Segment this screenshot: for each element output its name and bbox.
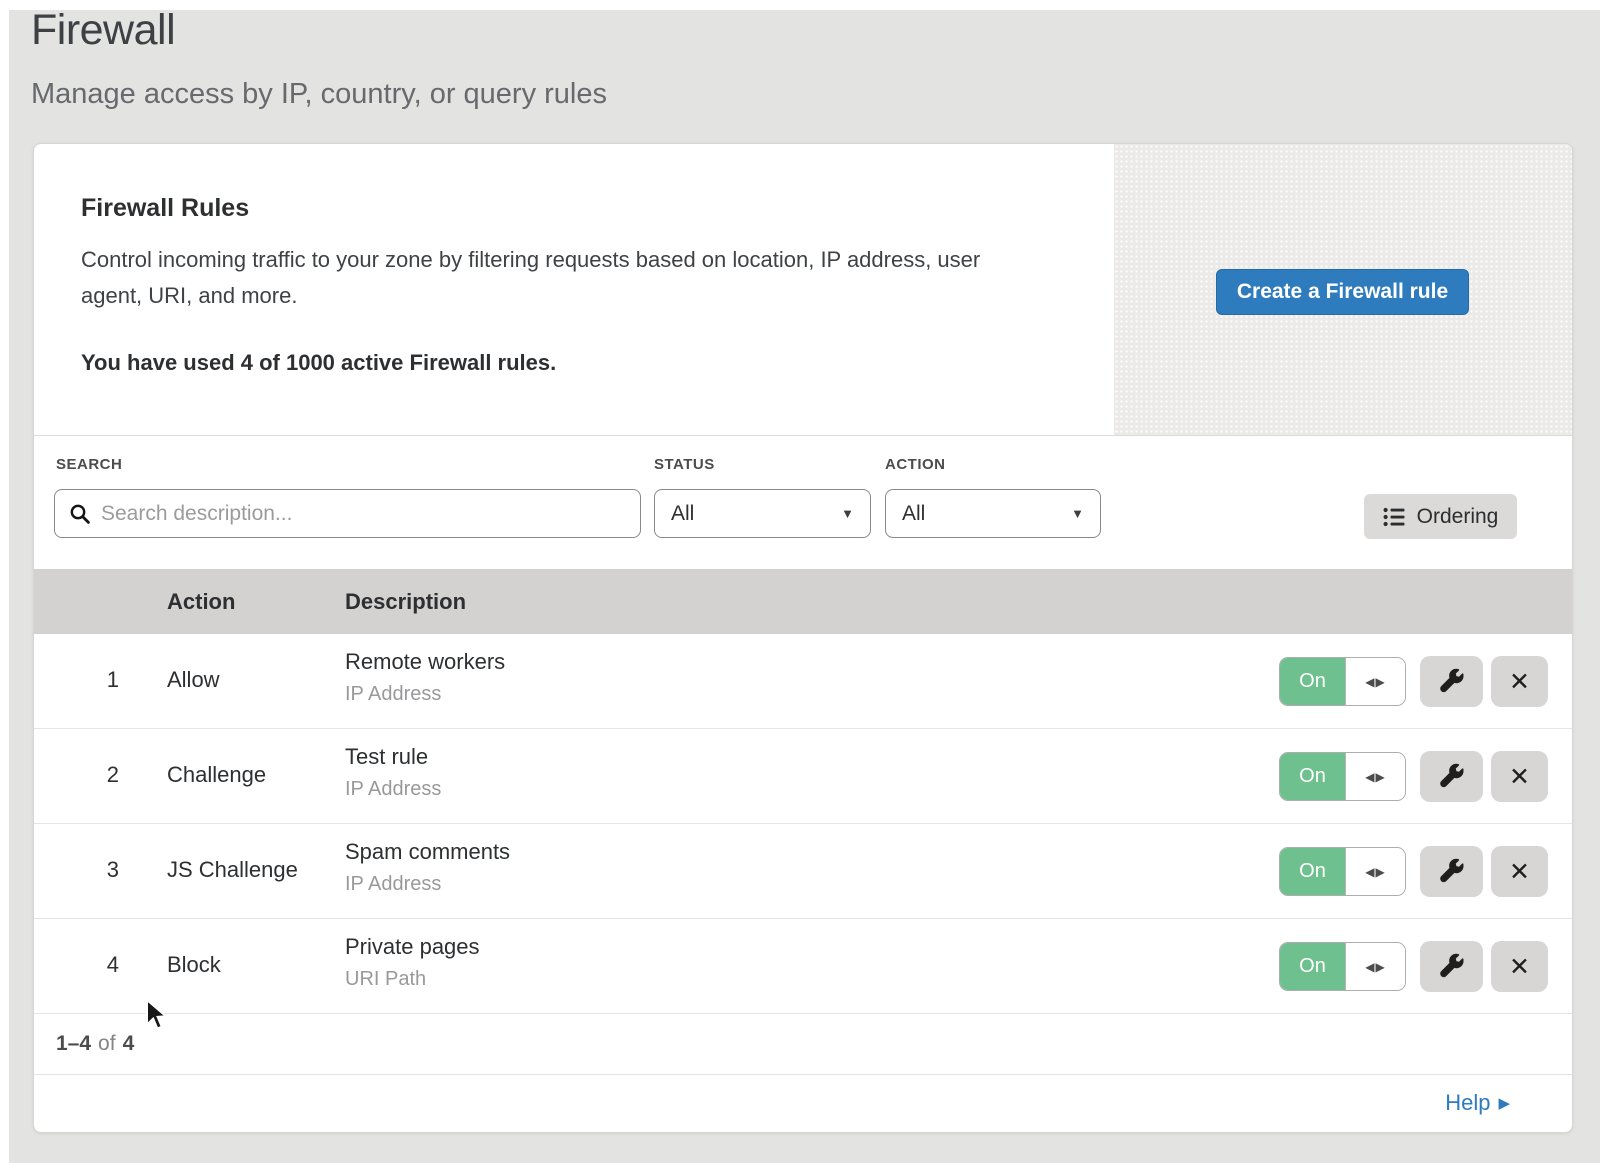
rule-priority: 2 xyxy=(74,762,119,788)
rules-usage-text: You have used 4 of 1000 active Firewall … xyxy=(81,350,556,376)
page-subtitle: Manage access by IP, country, or query r… xyxy=(31,78,607,111)
create-firewall-rule-button[interactable]: Create a Firewall rule xyxy=(1216,269,1469,315)
firewall-rules-card: Firewall Rules Control incoming traffic … xyxy=(33,143,1573,1133)
ordering-button[interactable]: Ordering xyxy=(1364,494,1517,539)
toggle-on-label: On xyxy=(1280,753,1345,800)
close-icon: ✕ xyxy=(1509,667,1530,696)
search-label: SEARCH xyxy=(56,456,122,473)
rule-enabled-toggle[interactable]: On ◀▶ xyxy=(1279,752,1406,801)
wrench-icon xyxy=(1438,858,1465,885)
close-icon: ✕ xyxy=(1509,857,1530,886)
rule-enabled-toggle[interactable]: On ◀▶ xyxy=(1279,942,1406,991)
table-row: 4 Block Private pages URI Path On ◀▶ ✕ xyxy=(34,919,1572,1014)
ordering-button-label: Ordering xyxy=(1417,505,1499,529)
rule-description: Remote workers xyxy=(345,649,505,675)
toggle-on-label: On xyxy=(1280,658,1345,705)
rules-card-description: Control incoming traffic to your zone by… xyxy=(81,242,1041,314)
close-icon: ✕ xyxy=(1509,952,1530,981)
edit-rule-button[interactable] xyxy=(1420,751,1483,802)
delete-rule-button[interactable]: ✕ xyxy=(1491,846,1548,897)
rule-description: Test rule xyxy=(345,744,428,770)
edit-rule-button[interactable] xyxy=(1420,941,1483,992)
rule-action: Block xyxy=(167,952,221,978)
toggle-on-label: On xyxy=(1280,943,1345,990)
rules-summary-section: Firewall Rules Control incoming traffic … xyxy=(34,144,1572,436)
search-icon xyxy=(69,503,91,525)
wrench-icon xyxy=(1438,763,1465,790)
wrench-icon xyxy=(1438,953,1465,980)
rule-match-type: IP Address xyxy=(345,873,441,896)
table-row: 3 JS Challenge Spam comments IP Address … xyxy=(34,824,1572,919)
search-box[interactable] xyxy=(54,489,641,538)
toggle-arrows-icon: ◀▶ xyxy=(1345,848,1405,895)
status-selected-value: All xyxy=(671,502,694,526)
toggle-arrows-icon: ◀▶ xyxy=(1345,658,1405,705)
toggle-arrows-icon: ◀▶ xyxy=(1345,753,1405,800)
close-icon: ✕ xyxy=(1509,762,1530,791)
table-row: 1 Allow Remote workers IP Address On ◀▶ … xyxy=(34,634,1572,729)
rule-action: Allow xyxy=(167,667,220,693)
filters-bar: SEARCH STATUS All ▼ ACTION All ▼ xyxy=(34,436,1572,569)
delete-rule-button[interactable]: ✕ xyxy=(1491,751,1548,802)
rule-priority: 3 xyxy=(74,857,119,883)
rule-enabled-toggle[interactable]: On ◀▶ xyxy=(1279,847,1406,896)
action-selected-value: All xyxy=(902,502,925,526)
page-title: Firewall xyxy=(31,6,175,55)
rule-priority: 4 xyxy=(74,952,119,978)
help-link-label: Help xyxy=(1445,1090,1490,1116)
create-rule-panel: Create a Firewall rule xyxy=(1114,144,1572,435)
chevron-down-icon: ▼ xyxy=(1071,506,1084,521)
status-label: STATUS xyxy=(654,456,715,473)
rule-match-type: URI Path xyxy=(345,968,426,991)
rules-card-title: Firewall Rules xyxy=(81,194,249,223)
rule-match-type: IP Address xyxy=(345,683,441,706)
rule-description: Private pages xyxy=(345,934,480,960)
help-link[interactable]: Help ▶ xyxy=(1445,1090,1510,1116)
pagination-bar: 1–4 of 4 xyxy=(34,1014,1572,1074)
rule-match-type: IP Address xyxy=(345,778,441,801)
edit-rule-button[interactable] xyxy=(1420,656,1483,707)
ordered-list-icon xyxy=(1383,507,1405,527)
rule-action: Challenge xyxy=(167,762,266,788)
pagination-total: 4 xyxy=(123,1032,135,1056)
chevron-down-icon: ▼ xyxy=(841,506,854,521)
action-label: ACTION xyxy=(885,456,946,473)
table-row: 2 Challenge Test rule IP Address On ◀▶ ✕ xyxy=(34,729,1572,824)
delete-rule-button[interactable]: ✕ xyxy=(1491,941,1548,992)
action-select[interactable]: All ▼ xyxy=(885,489,1101,538)
arrow-right-icon: ▶ xyxy=(1498,1094,1510,1112)
rule-enabled-toggle[interactable]: On ◀▶ xyxy=(1279,657,1406,706)
pagination-of-label: of xyxy=(98,1032,116,1056)
column-header-action: Action xyxy=(167,589,235,615)
toggle-arrows-icon: ◀▶ xyxy=(1345,943,1405,990)
rule-action: JS Challenge xyxy=(167,857,298,883)
rule-priority: 1 xyxy=(74,667,119,693)
table-header: Action Description xyxy=(34,569,1572,634)
column-header-description: Description xyxy=(345,589,466,615)
status-select[interactable]: All ▼ xyxy=(654,489,871,538)
toggle-on-label: On xyxy=(1280,848,1345,895)
pagination-range: 1–4 xyxy=(56,1032,91,1056)
card-footer: Help ▶ xyxy=(34,1074,1572,1133)
delete-rule-button[interactable]: ✕ xyxy=(1491,656,1548,707)
rule-description: Spam comments xyxy=(345,839,510,865)
edit-rule-button[interactable] xyxy=(1420,846,1483,897)
wrench-icon xyxy=(1438,668,1465,695)
search-input[interactable] xyxy=(101,502,626,526)
